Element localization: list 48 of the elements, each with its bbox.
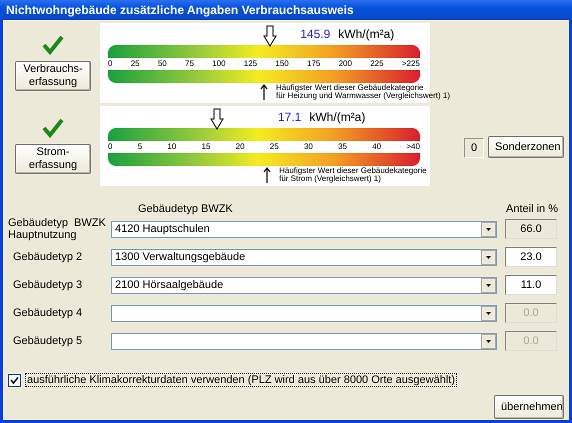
apply-button[interactable]: übernehmen [494,395,564,419]
scale-tick-label: 20 [236,141,245,153]
share-field[interactable]: 23.0 [505,247,557,267]
building-type-dropdown[interactable]: 2100 Hörsaalgebäude [111,276,497,294]
window-title: Nichtwohngebäude zusätzliche Angaben Verbrauchsausweis [0,0,572,20]
scale-tick-label: 35 [338,141,347,153]
column-header: Anteil in % [506,203,558,215]
energy-unit: kWh/(m²a) [338,27,394,41]
building-type-dropdown[interactable]: 4120 Hauptschulen [111,220,497,238]
reference-note: Häufigster Wert dieser Gebäudekategorie für Heizung und Warmwasser (Vergleichswert) 1) [276,84,450,100]
scale-tick-label: 50 [158,58,167,70]
checkbox[interactable] [8,374,21,386]
zone-count-field: 0 [464,138,484,158]
capture-button[interactable]: Strom- erfassung [15,144,91,174]
scale-tick-label: 125 [244,58,258,70]
capture-button[interactable]: Verbrauchs- erfassung [15,61,91,91]
reference-note: Häufigster Wert dieser Gebäudekategorie für Strom (Vergleichswert) 1) [279,167,427,183]
scale-tick-label: 150 [275,58,289,70]
scale-tick-label: 100 [212,58,226,70]
scale-tick-label: 25 [270,141,279,153]
row-label: Gebäudetyp BWZK Hauptnutzung [8,217,107,241]
scale-tick-label: 225 [370,58,384,70]
energy-unit: kWh/(m²a) [309,110,366,124]
scale-tick-label: 40 [372,141,382,153]
building-type-dropdown[interactable]: 1300 Verwaltungsgebäude [111,248,497,266]
scale-tick-label: 175 [307,58,320,70]
row-label: Gebäudetyp 3 [12,279,84,291]
scale-tick-label: 0 [108,58,112,70]
scale-tick-label: >40 [406,141,420,153]
scale-tick-label: >225 [402,58,420,70]
scale-tick-label: 30 [304,141,313,153]
scale-tick-label: 5 [138,141,142,153]
energy-value: 145.9 [300,27,330,41]
special-zones-button[interactable]: Sonderzonen [488,136,564,158]
scale-tick-label: 75 [185,58,194,70]
energy-value: 17.1 [278,110,302,124]
share-field[interactable]: 11.0 [505,275,557,295]
row-label: Gebäudetyp 4 [12,307,84,319]
row-label: Gebäudetyp 5 [12,335,84,347]
scale-tick-label: 10 [167,141,176,153]
scale-tick-label: 200 [338,58,352,70]
scale-tick-label: 25 [130,58,140,70]
checkbox-label[interactable]: ausführliche Klimakorrekturdaten verwenden (PLZ wird aus über 8000 Orte ausgewählt) [25,373,457,387]
share-field[interactable]: 66.0 [505,219,557,239]
row-label: Gebäudetyp 2 [12,251,84,263]
scale-tick-label: 15 [202,141,210,153]
scale-tick-label: 0 [108,141,112,153]
column-header: Gebäudetyp BWZK [138,203,234,215]
